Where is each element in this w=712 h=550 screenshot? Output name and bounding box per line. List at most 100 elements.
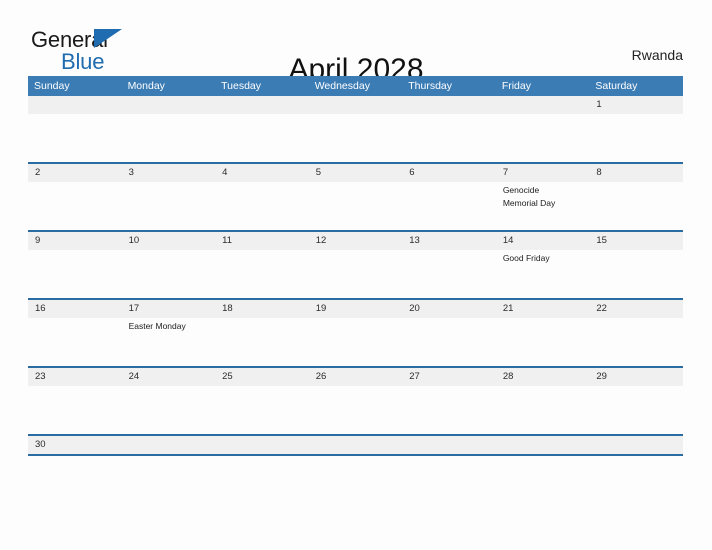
date-cell-1[interactable]: 1 [589, 96, 683, 114]
date-cell-empty [122, 96, 216, 114]
calendar-week-row: 16 17 18 19 20 21 22 Easter Monday [28, 298, 683, 366]
country-label: Rwanda [631, 47, 683, 63]
date-cell-empty [496, 96, 590, 114]
event-cell-27 [402, 386, 496, 434]
date-cell-29[interactable]: 29 [589, 368, 683, 386]
date-cell-28[interactable]: 28 [496, 368, 590, 386]
date-cell-3[interactable]: 3 [122, 164, 216, 182]
date-cell-11[interactable]: 11 [215, 232, 309, 250]
calendar-tail-space [28, 456, 683, 482]
date-cell-7[interactable]: 7 [496, 164, 590, 182]
date-cell-empty [589, 436, 683, 454]
date-number-band: 2345678 [28, 164, 683, 182]
date-cell-empty [215, 96, 309, 114]
date-cell-17[interactable]: 17 [122, 300, 216, 318]
date-cell-empty [402, 96, 496, 114]
date-cell-30[interactable]: 30 [28, 436, 122, 454]
event-cell-empty [28, 114, 122, 162]
event-cell-24 [122, 386, 216, 434]
date-cell-9[interactable]: 9 [28, 232, 122, 250]
event-text: Easter Monday [128, 321, 186, 331]
event-cell-19 [309, 318, 403, 366]
event-cell-26 [309, 386, 403, 434]
calendar-week-row: 30 [28, 434, 683, 454]
date-cell-14[interactable]: 14 [496, 232, 590, 250]
date-cell-20[interactable]: 20 [402, 300, 496, 318]
event-cell-21 [496, 318, 590, 366]
calendar-week-row: 2 3 4 5 6 7 8 Genocide Memorial Day [28, 162, 683, 230]
date-cell-4[interactable]: 4 [215, 164, 309, 182]
calendar-grid: Sunday Monday Tuesday Wednesday Thursday Frid… [28, 76, 683, 482]
date-cell-15[interactable]: 15 [589, 232, 683, 250]
date-cell-5[interactable]: 5 [309, 164, 403, 182]
date-number-band: 16 17 18 19 20 21 22 [28, 300, 683, 318]
event-band [28, 386, 683, 434]
event-text: Memorial Day [502, 197, 556, 208]
day-of-week-wednesday: Wednesday [314, 80, 370, 92]
date-number-band: 9 10 11 12 13 14 15 [28, 232, 683, 250]
calendar-weeks: 1 2 3 4 5 6 7 8 Genocide Memorial Day 9 10 11 12 13 14 1… [28, 96, 683, 482]
event-cell-4 [215, 182, 309, 230]
event-cell-8 [589, 182, 683, 230]
event-cell-empty [402, 114, 496, 162]
event-cell-18 [215, 318, 309, 366]
date-cell-25[interactable]: 25 [215, 368, 309, 386]
event-cell-14[interactable]: Good Friday [496, 250, 590, 298]
event-cell-11 [215, 250, 309, 298]
event-cell-10 [122, 250, 216, 298]
date-cell-24[interactable]: 24 [122, 368, 216, 386]
event-cell-7[interactable]: Genocide Memorial Day [496, 182, 590, 230]
event-cell-empty [215, 114, 309, 162]
event-cell-1 [589, 114, 683, 162]
date-cell-26[interactable]: 26 [309, 368, 403, 386]
event-cell-5 [309, 182, 403, 230]
date-cell-6[interactable]: 6 [402, 164, 496, 182]
event-cell-29 [589, 386, 683, 434]
event-cell-23 [28, 386, 122, 434]
date-cell-empty [402, 436, 496, 454]
date-number-band: 1 [28, 96, 683, 114]
page-header: General Blue April 2028 Rwanda [0, 0, 712, 86]
event-cell-3 [122, 182, 216, 230]
date-cell-empty [215, 436, 309, 454]
date-cell-empty [309, 436, 403, 454]
event-band: Genocide Memorial Day [28, 182, 683, 230]
calendar-week-row: 23 24 25 26 27 28 29 [28, 366, 683, 434]
date-cell-16[interactable]: 16 [28, 300, 122, 318]
date-number-band: 30 [28, 436, 683, 454]
day-of-week-sunday: Sunday [34, 80, 70, 92]
day-of-week-tuesday: Tuesday [221, 80, 262, 92]
calendar-week-row: 1 [28, 96, 683, 162]
date-cell-21[interactable]: 21 [496, 300, 590, 318]
event-band [28, 114, 683, 162]
event-cell-15 [589, 250, 683, 298]
date-cell-27[interactable]: 27 [402, 368, 496, 386]
event-cell-28 [496, 386, 590, 434]
event-text: Good Friday [502, 253, 550, 263]
date-cell-8[interactable]: 8 [589, 164, 683, 182]
event-text: Genocide [502, 185, 540, 195]
event-cell-20 [402, 318, 496, 366]
date-cell-13[interactable]: 13 [402, 232, 496, 250]
event-cell-13 [402, 250, 496, 298]
event-cell-empty [122, 114, 216, 162]
date-cell-empty [122, 436, 216, 454]
date-cell-empty [309, 96, 403, 114]
date-cell-10[interactable]: 10 [122, 232, 216, 250]
event-cell-6 [402, 182, 496, 230]
date-cell-19[interactable]: 19 [309, 300, 403, 318]
date-cell-empty [496, 436, 590, 454]
date-cell-12[interactable]: 12 [309, 232, 403, 250]
event-cell-22 [589, 318, 683, 366]
event-cell-25 [215, 386, 309, 434]
date-number-band: 23 24 25 26 27 28 29 [28, 368, 683, 386]
date-cell-empty [28, 96, 122, 114]
date-cell-2[interactable]: 2 [28, 164, 122, 182]
event-band: Good Friday [28, 250, 683, 298]
date-cell-23[interactable]: 23 [28, 368, 122, 386]
date-cell-18[interactable]: 18 [215, 300, 309, 318]
date-cell-22[interactable]: 22 [589, 300, 683, 318]
event-cell-17[interactable]: Easter Monday [122, 318, 216, 366]
day-of-week-friday: Friday [501, 80, 531, 92]
event-cell-empty [496, 114, 590, 162]
